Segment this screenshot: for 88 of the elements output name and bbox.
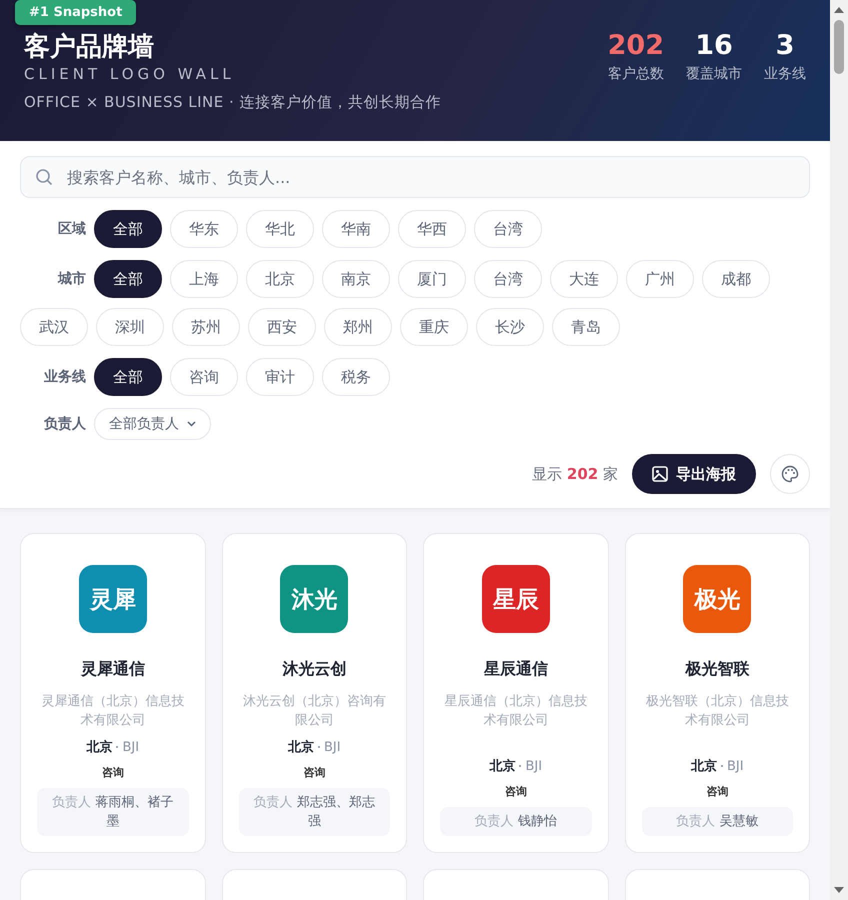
client-card[interactable]: 沐光 沐光云创 沐光云创（北京）咨询有限公司 北京 BJI 咨询 负责人 郑志强、郑志强 [222,533,407,853]
client-full-name: 沐光云创（北京）咨询有限公司 [242,693,387,730]
client-name: 极光智联 [685,659,750,680]
search-field[interactable]: 搜索客户名称、城市、负责人... [20,156,810,198]
business-line: 咨询 [706,784,728,799]
filter-chip[interactable]: 郑州 [324,308,392,346]
stat-value: 3 [774,31,796,61]
client-code: BJI [324,740,341,755]
client-card[interactable]: 星辰 星辰通信 星辰通信（北京）信息技术有限公司 北京 BJI 咨询 负责人 钱静怡 [423,533,608,853]
client-city: 北京 [288,738,314,756]
stat-value: 16 [694,31,734,61]
client-code: BJI [122,740,140,755]
client-full-name: 极光智联（北京）信息技术有限公司 [644,693,790,730]
filter-chip[interactable]: 华北 [246,210,314,248]
owner-names: 蒋雨桐、褚子墨 [95,795,174,829]
filter-label: 负责人 [42,415,86,433]
scroll-up-icon[interactable] [834,6,844,14]
owner-names: 钱静怡 [518,814,557,829]
filter-chip[interactable]: 重庆 [400,308,468,346]
owner-label: 负责人 [676,814,716,829]
filter-chip[interactable]: 成都 [702,260,770,298]
owner-names: 吴慧敏 [719,814,758,829]
filter-chip[interactable]: 厦门 [398,260,466,298]
filter-chip[interactable]: 华南 [322,210,390,248]
stat-label: 客户总数 [608,65,664,83]
export-poster-button[interactable]: 导出海报 [632,454,756,494]
filter-chip[interactable]: 税务 [322,358,390,396]
tagline: OFFICE × BUSINESS LINE · 连接客户价值，共创长期合作 [24,93,442,112]
scroll-down-icon[interactable] [834,886,844,894]
client-city: 北京 [489,758,516,775]
client-logo: 灵犀 [78,565,147,633]
filter-chip[interactable]: 咨询 [170,358,238,396]
filter-chip[interactable]: 北京 [246,260,314,298]
client-code: BJI [726,759,744,774]
owner-label: 负责人 [52,795,92,810]
palette-button[interactable] [770,454,810,494]
filter-chip[interactable]: 苏州 [172,308,240,346]
filter-chip[interactable]: 广州 [626,260,694,298]
filter-chip[interactable]: 华西 [398,210,466,248]
filter-chip[interactable]: 审计 [246,358,314,396]
filter-label: 城市 [56,270,86,288]
stat-label: 覆盖城市 [686,65,742,83]
stat-label: 业务线 [764,65,806,83]
image-icon [652,466,668,482]
client-name: 沐光云创 [282,659,346,680]
filter-chip[interactable]: 台湾 [474,260,542,298]
owner-label: 负责人 [254,795,293,810]
client-name: 星辰通信 [484,659,548,680]
client-card[interactable]: 灵犀 灵犀通信 灵犀通信（北京）信息技术有限公司 北京 BJI 咨询 负责人 蒋雨桐、褚子墨 [20,533,206,853]
owner-names: 郑志强、郑志强 [296,795,375,829]
client-code: BJI [525,759,542,774]
page-title: 客户品牌墙 [24,31,155,63]
filter-chip[interactable]: 上海 [170,260,238,298]
client-city: 北京 [690,758,717,775]
filter-chip[interactable]: 南京 [322,260,390,298]
filter-label: 区域 [57,220,86,238]
scrollbar-thumb[interactable] [834,20,844,74]
client-name: 灵犀通信 [80,659,145,680]
filter-chip[interactable]: 青岛 [552,308,620,346]
stat-value: 202 [608,31,664,61]
client-city: 北京 [86,738,112,756]
client-card[interactable]: 极光 极光智联 极光智联（北京）信息技术有限公司 北京 BJI 咨询 负责人 吴慧敏 [624,533,810,853]
business-line: 咨询 [504,784,527,799]
business-line: 咨询 [303,765,326,780]
owner-label: 负责人 [474,814,514,829]
filter-chip[interactable]: 全部 [94,358,162,396]
client-logo: 极光 [683,565,752,633]
client-logo: 星辰 [482,565,550,633]
client-full-name: 星辰通信（北京）信息技术有限公司 [443,693,588,730]
owner-dropdown[interactable]: 全部负责人 [94,408,211,440]
filter-chip[interactable]: 西安 [248,308,316,346]
snapshot-badge: #1 Snapshot [15,0,136,25]
filter-chip[interactable]: 全部 [94,260,162,298]
chevron-down-icon [187,421,196,427]
client-logo: 沐光 [280,565,348,633]
filter-chip[interactable]: 长沙 [476,308,544,346]
result-count: 显示 202 家 [532,464,618,484]
filter-chip[interactable]: 深圳 [96,308,164,346]
filter-chip[interactable]: 台湾 [474,210,542,248]
business-line: 咨询 [102,765,124,780]
client-full-name: 灵犀通信（北京）信息技术有限公司 [40,693,186,730]
filter-chip[interactable]: 全部 [94,210,162,248]
subtitle: CLIENT LOGO WALL [24,65,236,83]
filter-chip[interactable]: 大连 [550,260,618,298]
filter-chip[interactable]: 华东 [170,210,238,248]
palette-icon [781,465,799,483]
filter-chip[interactable]: 武汉 [20,308,88,346]
filter-label: 业务线 [43,368,86,386]
